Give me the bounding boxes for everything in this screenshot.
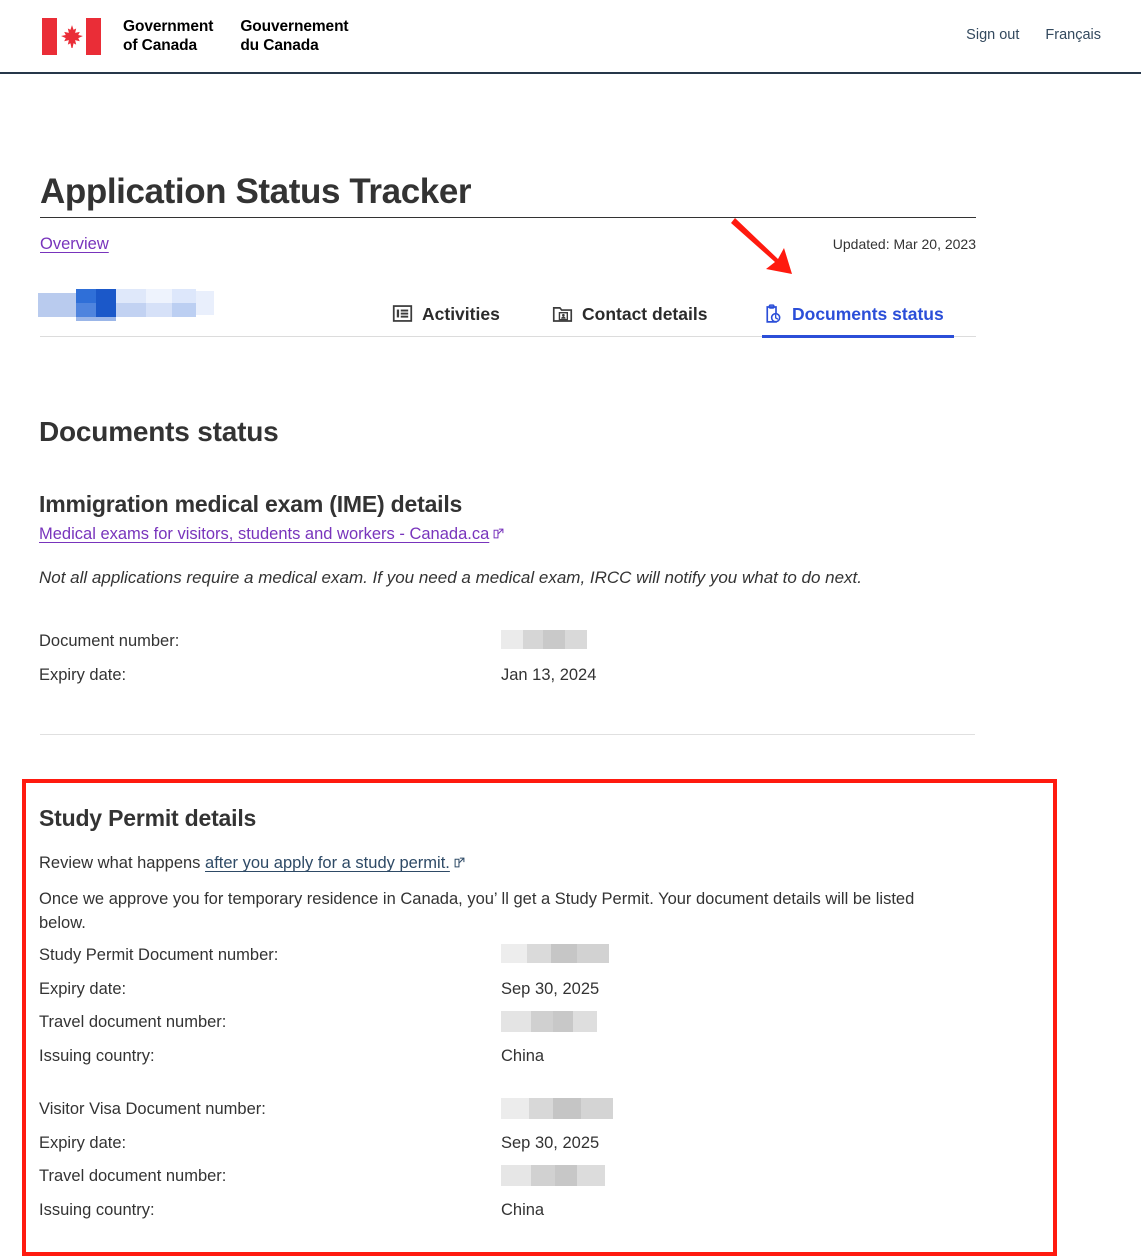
- tab-activities[interactable]: Activities: [392, 303, 500, 336]
- table-row: Issuing country: China: [39, 1201, 939, 1225]
- tab-contact-details-label: Contact details: [582, 303, 708, 324]
- wordmark-fr-line2: du Canada: [240, 37, 319, 55]
- field-label: Document number:: [39, 632, 180, 650]
- wordmark-fr-line1: Gouvernement: [240, 18, 349, 35]
- updated-date: Updated: Mar 20, 2023: [832, 236, 976, 252]
- redacted-value: [501, 630, 587, 649]
- study-permit-external-link[interactable]: after you apply for a study permit.: [205, 854, 450, 872]
- global-header: Government of Canada Gouvernement du Can…: [0, 0, 1141, 74]
- redacted-value: [501, 944, 609, 963]
- field-label: Issuing country:: [39, 1047, 155, 1065]
- tab-contact-details[interactable]: Contact details: [552, 303, 707, 336]
- table-row: Study Permit Document number:: [39, 944, 939, 970]
- utility-nav: Sign out Français: [966, 27, 1101, 43]
- field-label: Expiry date:: [39, 1134, 127, 1152]
- list-article-icon: [392, 303, 413, 325]
- field-label: Visitor Visa Document number:: [39, 1100, 266, 1118]
- field-value: China: [501, 1047, 545, 1065]
- goc-brand: Government of Canada Gouvernement du Can…: [42, 17, 349, 56]
- redacted-value: [501, 1011, 597, 1032]
- clipboard-clock-icon: [762, 303, 783, 325]
- sign-out-link[interactable]: Sign out: [966, 27, 1019, 43]
- table-row: Travel document number:: [39, 1165, 939, 1191]
- field-row: Document number:: [39, 630, 939, 656]
- table-row: Visitor Visa Document number:: [39, 1098, 939, 1124]
- canada-flag-icon: [42, 17, 101, 55]
- field-label: Expiry date:: [39, 666, 127, 684]
- field-value: Sep 30, 2025: [501, 980, 600, 998]
- external-link-icon: [454, 854, 465, 868]
- field-label: Study Permit Document number:: [39, 946, 279, 964]
- language-toggle-link[interactable]: Français: [1045, 27, 1101, 43]
- ime-note: Not all applications require a medical e…: [39, 568, 863, 587]
- annotation-arrow-icon: [726, 212, 806, 282]
- ime-link-label: Medical exams for visitors, students and…: [39, 525, 490, 543]
- documents-status-heading: Documents status: [39, 416, 279, 447]
- field-label: Travel document number:: [39, 1167, 227, 1185]
- wordmark-en-line1: Government: [123, 18, 214, 35]
- tab-activities-label: Activities: [422, 303, 500, 324]
- tab-documents-status[interactable]: Documents status: [762, 303, 954, 338]
- field-label: Travel document number:: [39, 1013, 227, 1031]
- field-label: Issuing country:: [39, 1201, 155, 1219]
- field-value: China: [501, 1201, 545, 1219]
- external-link-icon: [493, 525, 504, 539]
- overview-link[interactable]: Overview: [40, 235, 109, 254]
- page-title: Application Status Tracker: [40, 172, 472, 211]
- section-divider: [40, 734, 975, 735]
- wordmark-en-line2: of Canada: [123, 37, 198, 55]
- folder-contact-icon: [552, 303, 573, 325]
- goc-wordmark: Government of Canada Gouvernement du Can…: [123, 17, 349, 56]
- tab-documents-status-label: Documents status: [792, 303, 944, 324]
- redacted-value: [501, 1098, 613, 1119]
- table-row: Expiry date: Sep 30, 2025: [39, 1134, 939, 1158]
- study-permit-review-line: Review what happens after you apply for …: [39, 854, 465, 873]
- ime-external-link[interactable]: Medical exams for visitors, students and…: [39, 525, 504, 544]
- redacted-value: [501, 1165, 605, 1186]
- ime-heading: Immigration medical exam (IME) details: [39, 491, 463, 517]
- study-permit-paragraph: Once we approve you for temporary reside…: [39, 890, 915, 932]
- table-row: Expiry date: Sep 30, 2025: [39, 980, 939, 1004]
- field-value: Jan 13, 2024: [501, 666, 597, 684]
- study-permit-link-label: after you apply for a study permit.: [205, 854, 450, 872]
- field-label: Expiry date:: [39, 980, 127, 998]
- study-permit-heading: Study Permit details: [39, 805, 257, 831]
- table-row: Issuing country: China: [39, 1047, 939, 1071]
- title-divider: [40, 217, 976, 218]
- field-row: Expiry date: Jan 13, 2024: [39, 666, 939, 690]
- document-tabs: Activities Contact details Documents sta…: [40, 288, 976, 338]
- table-row: Travel document number:: [39, 1011, 939, 1037]
- review-prefix-text: Review what happens: [39, 854, 206, 872]
- field-value: Sep 30, 2025: [501, 1134, 600, 1152]
